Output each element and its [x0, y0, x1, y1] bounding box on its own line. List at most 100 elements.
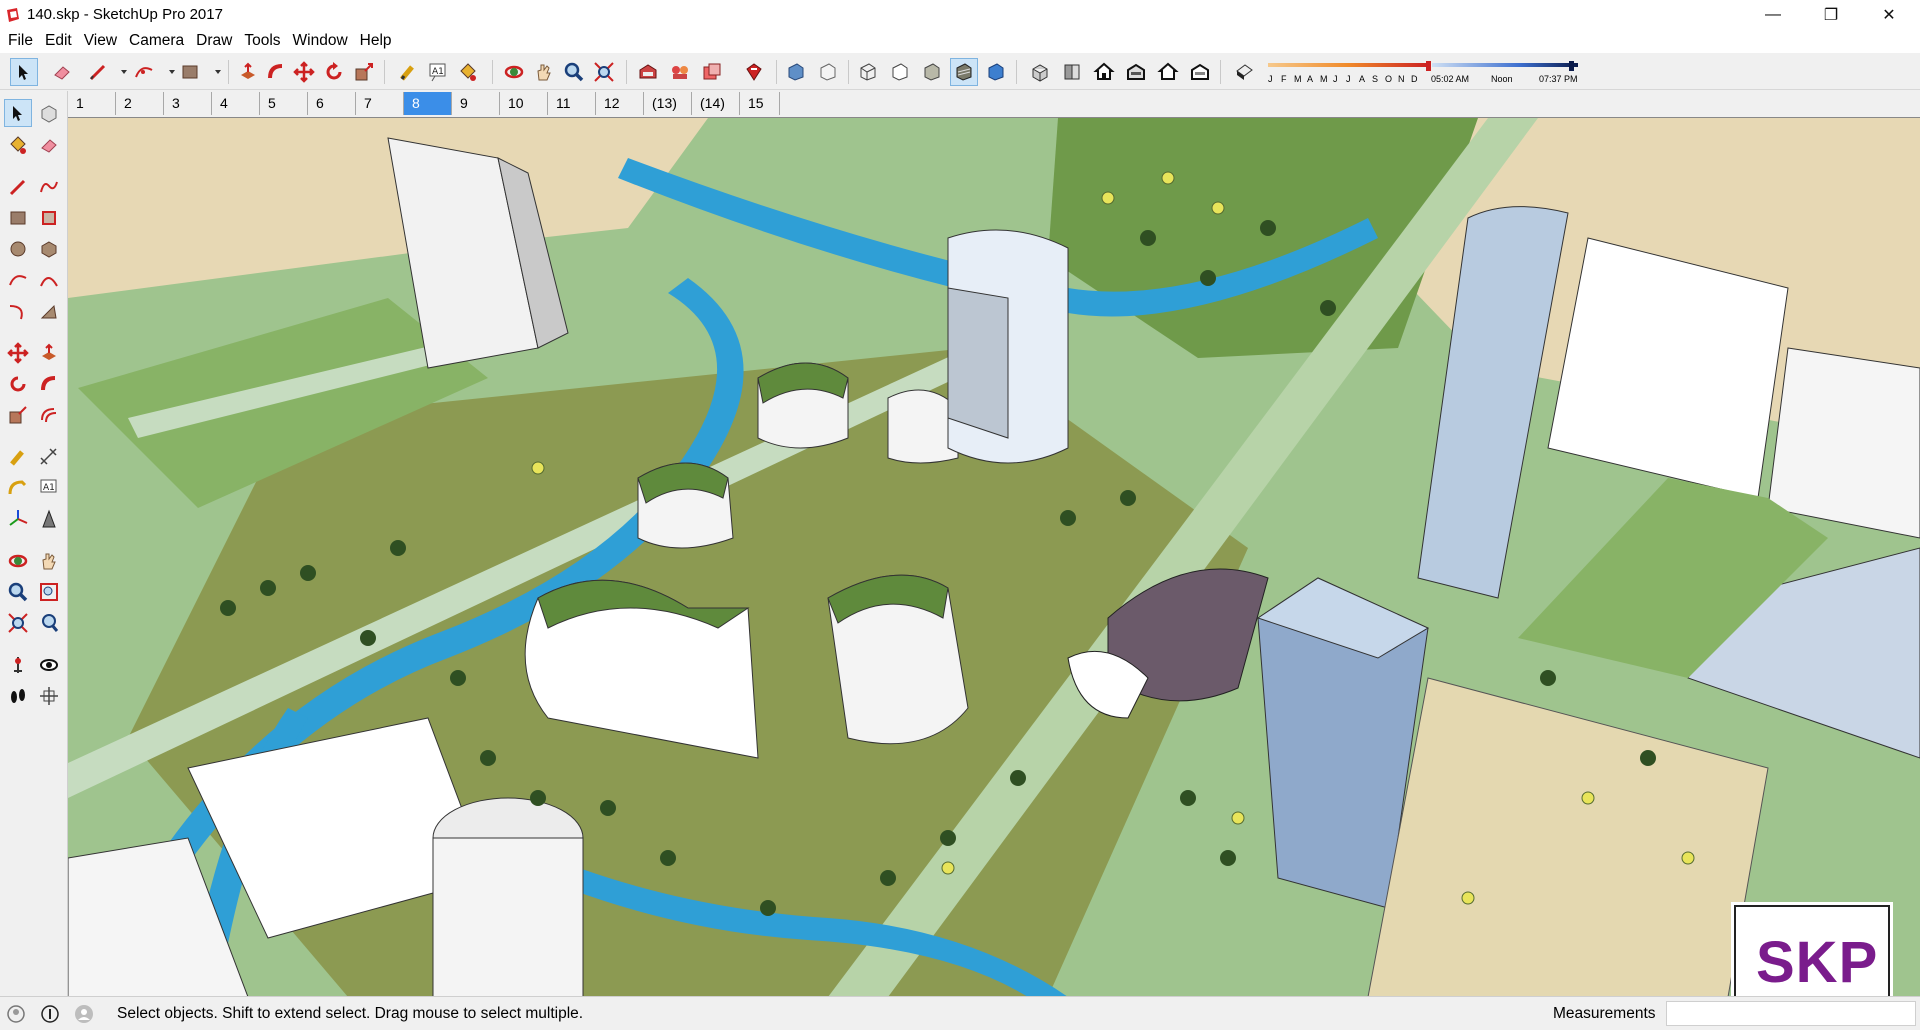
zoom-extents-tool-icon[interactable] — [590, 58, 618, 86]
pan-icon[interactable] — [35, 547, 63, 575]
orbit-tool-icon[interactable] — [500, 58, 528, 86]
scene-tab[interactable]: 6 — [308, 92, 356, 115]
menu-view[interactable]: View — [78, 29, 123, 53]
push-pull-icon[interactable] — [35, 339, 63, 367]
pie-icon[interactable] — [35, 297, 63, 325]
month-slider[interactable] — [1264, 60, 1582, 74]
shaded-style-icon[interactable] — [918, 58, 946, 86]
arc-icon[interactable] — [4, 266, 32, 294]
follow-me-tool-icon[interactable] — [262, 58, 290, 86]
user-account-icon[interactable] — [74, 1004, 94, 1024]
geo-location-icon[interactable] — [6, 1004, 26, 1024]
menu-file[interactable]: File — [2, 29, 39, 53]
two-point-arc-icon[interactable] — [35, 266, 63, 294]
protractor-icon[interactable] — [4, 474, 32, 502]
rectangle-tool-icon[interactable] — [176, 58, 204, 86]
monochrome-style-icon[interactable] — [982, 58, 1010, 86]
menu-window[interactable]: Window — [287, 29, 354, 53]
left-view-icon[interactable] — [1186, 58, 1214, 86]
xray-style-icon[interactable] — [782, 58, 810, 86]
move-tool-icon[interactable] — [290, 58, 318, 86]
scene-tab[interactable]: 15 — [740, 92, 780, 115]
pan-tool-icon[interactable] — [530, 58, 558, 86]
right-view-icon[interactable] — [1122, 58, 1150, 86]
scene-tab[interactable]: 9 — [452, 92, 500, 115]
offset-icon[interactable] — [35, 401, 63, 429]
scene-tab[interactable]: (13) — [644, 92, 692, 115]
push-pull-tool-icon[interactable] — [234, 58, 262, 86]
walk-icon[interactable] — [4, 682, 32, 710]
modeling-viewport[interactable]: SKP — [68, 117, 1920, 996]
move-icon[interactable] — [4, 339, 32, 367]
scene-tab[interactable]: 5 — [260, 92, 308, 115]
shadows-toggle-icon[interactable] — [1230, 58, 1258, 86]
rotate-icon[interactable] — [4, 370, 32, 398]
circle-icon[interactable] — [4, 235, 32, 263]
back-edges-style-icon[interactable] — [814, 58, 842, 86]
dimension-icon[interactable] — [35, 443, 63, 471]
select-tool-icon[interactable] — [10, 58, 38, 86]
scene-tab[interactable]: 12 — [596, 92, 644, 115]
warehouse-3d-icon[interactable] — [634, 58, 662, 86]
minimize-button[interactable]: — — [1744, 0, 1802, 29]
front-view-icon[interactable] — [1090, 58, 1118, 86]
restore-button[interactable]: ❐ — [1802, 0, 1860, 29]
select-tool-icon[interactable] — [4, 99, 32, 127]
components-icon[interactable] — [666, 58, 694, 86]
credits-icon[interactable] — [40, 1004, 60, 1024]
follow-me-icon[interactable] — [35, 370, 63, 398]
zoom-extents-icon[interactable] — [4, 609, 32, 637]
menu-camera[interactable]: Camera — [123, 29, 190, 53]
line-icon[interactable] — [4, 173, 32, 201]
text-tool-icon[interactable]: A1 — [424, 58, 452, 86]
make-component-icon[interactable] — [35, 99, 63, 127]
back-view-icon[interactable] — [1154, 58, 1182, 86]
scale-tool-icon[interactable] — [350, 58, 378, 86]
rotated-rectangle-icon[interactable] — [35, 204, 63, 232]
measurements-input[interactable] — [1666, 1001, 1916, 1026]
orbit-icon[interactable] — [4, 547, 32, 575]
scene-tab[interactable]: 2 — [116, 92, 164, 115]
polygon-icon[interactable] — [35, 235, 63, 263]
scene-tab[interactable]: 11 — [548, 92, 596, 115]
eraser-icon[interactable] — [35, 131, 63, 159]
previous-view-icon[interactable] — [35, 609, 63, 637]
scene-tab[interactable]: 1 — [68, 92, 116, 115]
menu-help[interactable]: Help — [354, 29, 398, 53]
shaded-textures-style-icon[interactable] — [950, 58, 978, 86]
wireframe-style-icon[interactable] — [854, 58, 882, 86]
scene-tab[interactable]: (14) — [692, 92, 740, 115]
share-model-icon[interactable] — [698, 58, 726, 86]
scene-tab[interactable]: 8 — [404, 92, 452, 115]
scene-tab[interactable]: 7 — [356, 92, 404, 115]
scene-tab[interactable]: 3 — [164, 92, 212, 115]
section-plane-icon[interactable] — [35, 682, 63, 710]
freehand-icon[interactable] — [35, 173, 63, 201]
eraser-tool-icon[interactable] — [48, 58, 76, 86]
iso-view-icon[interactable] — [1026, 58, 1054, 86]
rotate-tool-icon[interactable] — [320, 58, 348, 86]
three-point-arc-icon[interactable] — [4, 297, 32, 325]
top-view-icon[interactable] — [1058, 58, 1086, 86]
extension-warehouse-icon[interactable] — [740, 58, 768, 86]
text-icon[interactable]: A1 — [35, 474, 63, 502]
axes-icon[interactable] — [4, 505, 32, 533]
tape-measure-tool-icon[interactable] — [394, 58, 422, 86]
3d-text-icon[interactable] — [35, 505, 63, 533]
look-around-icon[interactable] — [35, 651, 63, 679]
tape-measure-icon[interactable] — [4, 443, 32, 471]
position-camera-icon[interactable] — [4, 651, 32, 679]
scene-tab[interactable]: 4 — [212, 92, 260, 115]
arc-tool-icon[interactable] — [130, 58, 158, 86]
scene-tab[interactable]: 10 — [500, 92, 548, 115]
paint-bucket-icon[interactable] — [4, 131, 32, 159]
menu-tools[interactable]: Tools — [238, 29, 286, 53]
hidden-line-style-icon[interactable] — [886, 58, 914, 86]
zoom-window-icon[interactable] — [35, 578, 63, 606]
menu-draw[interactable]: Draw — [190, 29, 238, 53]
paint-bucket-tool-icon[interactable] — [454, 58, 482, 86]
line-tool-icon[interactable] — [84, 58, 112, 86]
menu-edit[interactable]: Edit — [39, 29, 78, 53]
close-button[interactable]: ✕ — [1860, 0, 1918, 29]
scale-icon[interactable] — [4, 401, 32, 429]
